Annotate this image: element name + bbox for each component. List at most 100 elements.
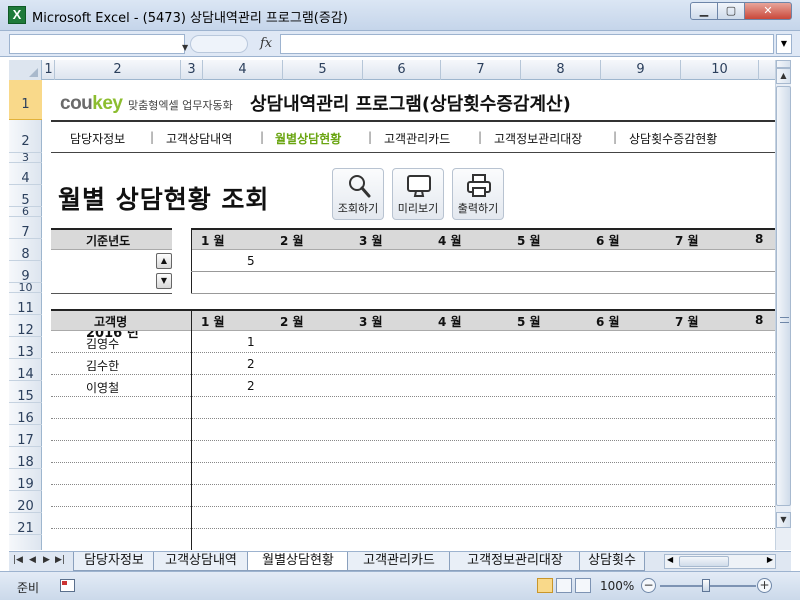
column-header[interactable]: 8 (521, 60, 601, 80)
customer-name-cell[interactable]: 김수한 (86, 357, 119, 374)
detail-divider (191, 309, 192, 550)
last-sheet-icon[interactable]: ▶| (55, 555, 65, 565)
nav-item-customer-ledger[interactable]: 고객정보관리대장 (494, 130, 582, 147)
year-up-spinner[interactable]: ▲ (156, 253, 172, 269)
sheet-tab[interactable]: 월별상담현황 (247, 552, 349, 571)
row-header[interactable]: 6 (9, 206, 42, 217)
select-all-button[interactable] (9, 60, 42, 80)
row-header[interactable]: 13 (9, 337, 42, 360)
close-button[interactable]: ✕ (744, 2, 792, 20)
scroll-up-button[interactable]: ▲ (776, 68, 791, 84)
column-header[interactable]: 7 (441, 60, 521, 80)
vertical-scrollbar[interactable]: ▲ ▼ (775, 60, 791, 550)
title-divider (51, 120, 775, 122)
row-header[interactable]: 7 (9, 217, 42, 240)
row-header[interactable]: 20 (9, 491, 42, 514)
zoom-level[interactable]: 100% (600, 579, 634, 593)
row-header[interactable]: 9 (9, 261, 42, 284)
scroll-thumb[interactable] (776, 86, 791, 506)
page-break-view-button[interactable] (575, 578, 591, 593)
zoom-slider-thumb[interactable] (702, 579, 710, 592)
row-header[interactable]: 21 (9, 513, 42, 536)
formula-input[interactable] (280, 34, 774, 54)
sheet-tab[interactable]: 담당자정보 (73, 552, 155, 571)
row-header[interactable]: 17 (9, 425, 42, 448)
row-header[interactable]: 16 (9, 403, 42, 426)
column-header[interactable]: 9 (601, 60, 681, 80)
row-header[interactable]: 1 (9, 80, 42, 120)
scroll-right-icon[interactable]: ▶ (767, 555, 773, 564)
row-header[interactable]: 18 (9, 447, 42, 470)
scroll-down-button[interactable]: ▼ (776, 512, 791, 528)
row-header[interactable]: 2 (9, 120, 42, 153)
row-rule (51, 528, 775, 529)
sheet-tab[interactable]: 고객상담내역 (153, 552, 249, 571)
year-down-spinner[interactable]: ▼ (156, 273, 172, 289)
h-scroll-thumb[interactable] (679, 556, 729, 567)
column-header[interactable]: 4 (203, 60, 283, 80)
expand-formula-button[interactable]: ▼ (776, 34, 792, 54)
row-header[interactable]: 3 (9, 152, 42, 163)
horizontal-scrollbar[interactable]: ◀ ▶ (664, 554, 776, 569)
zoom-out-button[interactable]: − (641, 578, 656, 593)
nav-item-count-change[interactable]: 상담횟수증감현황 (629, 130, 717, 147)
normal-view-button[interactable] (537, 578, 553, 593)
excel-icon[interactable]: X (8, 6, 26, 24)
nav-item-customer-card[interactable]: 고객관리카드 (384, 130, 450, 147)
worksheet[interactable]: 1 2 3 4 5 6 7 8 9 10 1 2 3 4 5 6 7 8 9 10 11 12 13 14 15 16 17 18 1… (9, 60, 791, 550)
preview-button[interactable]: 미리보기 (392, 168, 444, 220)
print-button-label: 출력하기 (457, 202, 499, 215)
row-header[interactable]: 12 (9, 315, 42, 338)
nav-item-consultation-history[interactable]: 고객상담내역 (166, 130, 232, 147)
sheet-tab[interactable]: 고객정보관리대장 (449, 552, 581, 571)
row-header[interactable]: 15 (9, 381, 42, 404)
customer-name-cell[interactable]: 김영수 (86, 335, 119, 352)
nav-item-monthly-status[interactable]: 월별상담현황 (275, 130, 341, 147)
summary-row-rule (191, 271, 775, 272)
status-bar: 준비 100% − + (0, 571, 800, 600)
cell-area[interactable]: coukey 맞춤형엑셀 업무자동화 상담내역관리 프로그램(상담횟수증감계산)… (43, 80, 775, 550)
jan-count-cell[interactable]: 2 (247, 379, 255, 393)
zoom-in-button[interactable]: + (757, 578, 772, 593)
minimize-button[interactable]: ▁ (690, 2, 718, 20)
maximize-button[interactable]: ▢ (717, 2, 745, 20)
formula-edit-buttons[interactable] (190, 35, 248, 53)
first-sheet-icon[interactable]: |◀ (13, 555, 23, 565)
name-box[interactable]: ▼ (9, 34, 188, 54)
nav-separator: | (478, 130, 483, 144)
column-header[interactable]: 6 (363, 60, 441, 80)
month-header: 5 월 (517, 315, 541, 329)
chevron-down-icon[interactable]: ▼ (182, 43, 188, 52)
next-sheet-icon[interactable]: ▶ (43, 555, 50, 565)
customer-name-cell[interactable]: 이영철 (86, 379, 119, 396)
jan-count-cell[interactable]: 2 (247, 357, 255, 371)
page-layout-view-button[interactable] (556, 578, 572, 593)
scroll-left-icon[interactable]: ◀ (667, 555, 673, 564)
month-header: 6 월 (596, 234, 620, 248)
nav-item-manager-info[interactable]: 담당자정보 (70, 130, 125, 147)
insert-function-button[interactable]: fx (260, 36, 272, 51)
row-rule (51, 352, 775, 353)
column-header[interactable]: 1 (43, 60, 55, 80)
row-header[interactable]: 5 (9, 185, 42, 208)
split-handle[interactable] (776, 60, 791, 68)
row-header[interactable]: 19 (9, 469, 42, 492)
prev-sheet-icon[interactable]: ◀ (29, 555, 36, 565)
sheet-tab[interactable]: 상담횟수 (579, 552, 645, 571)
macro-record-icon[interactable] (60, 579, 75, 592)
jan-count-cell[interactable]: 1 (247, 335, 255, 349)
row-header[interactable]: 14 (9, 359, 42, 382)
sheet-tab[interactable]: 고객관리카드 (347, 552, 451, 571)
row-header[interactable]: 4 (9, 163, 42, 186)
column-header[interactable]: 2 (55, 60, 181, 80)
row-header[interactable]: 10 (9, 282, 42, 293)
column-header[interactable]: 5 (283, 60, 363, 80)
print-button[interactable]: 출력하기 (452, 168, 504, 220)
column-header[interactable]: 10 (681, 60, 759, 80)
summary-divider (191, 228, 192, 294)
row-header[interactable]: 11 (9, 293, 42, 316)
row-header[interactable]: 8 (9, 239, 42, 262)
column-header[interactable]: 3 (181, 60, 203, 80)
search-button[interactable]: 조회하기 (332, 168, 384, 220)
nav-divider (51, 152, 775, 153)
